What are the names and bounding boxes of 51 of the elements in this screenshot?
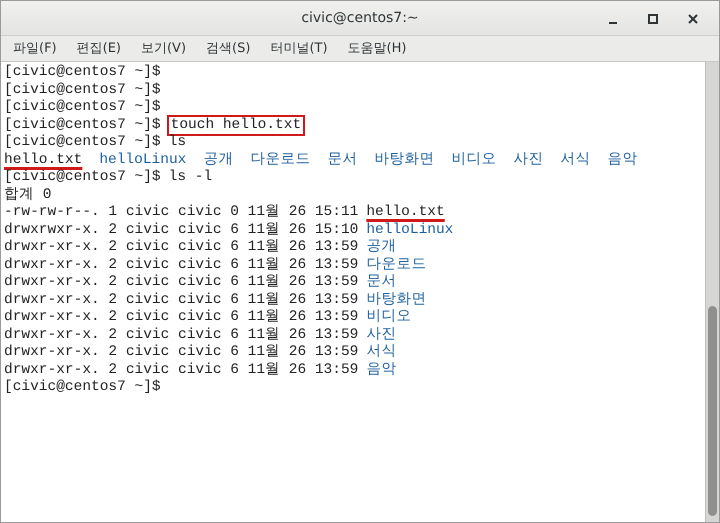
menu-item[interactable]: 보기(V) — [132, 36, 194, 60]
directory-name: 서식 — [560, 152, 590, 169]
shell-prompt: [civic@centos7 ~]$ — [4, 169, 161, 186]
directory-name: 비디오 — [451, 152, 496, 169]
directory-name: 공개 — [203, 152, 234, 169]
file-details: drwxr-xr-x. 2 civic civic 6 11월 26 13:59 — [4, 274, 358, 292]
directory-name: 음악 — [366, 362, 396, 379]
file-details: -rw-rw-r--. 1 civic civic 0 11월 26 15:11 — [4, 204, 358, 222]
shell-prompt: [civic@centos7 ~]$ — [4, 82, 161, 99]
directory-name: 음악 — [607, 152, 638, 169]
window-title: civic@centos7:~ — [301, 8, 419, 28]
menu-item[interactable]: 파일(F) — [5, 36, 65, 60]
file-details: drwxr-xr-x. 2 civic civic 6 11월 26 13:59 — [4, 239, 358, 256]
file-details: drwxr-xr-x. 2 civic civic 6 11월 26 13:59 — [4, 309, 358, 326]
output-text: 합계 0 — [4, 186, 52, 204]
directory-name: 다운로드 — [250, 152, 310, 169]
scrollbar[interactable] — [705, 62, 719, 522]
directory-name: 공개 — [366, 239, 396, 256]
shell-prompt: [civic@centos7 ~]$ — [4, 379, 161, 396]
directory-name: 비디오 — [366, 309, 412, 326]
directory-name: 서식 — [366, 344, 396, 362]
directory-name: 바탕화면 — [374, 152, 434, 169]
file-details: drwxrwxr-x. 2 civic civic 6 11월 26 15:10 — [4, 222, 358, 239]
directory-name: helloLinux — [99, 152, 186, 169]
scrollbar-thumb[interactable] — [708, 306, 717, 516]
command-text: touch hello.txt — [168, 116, 304, 134]
directory-name: 사진 — [366, 326, 396, 344]
file-details: drwxr-xr-x. 2 civic civic 6 11월 26 13:59 — [4, 362, 358, 379]
directory-name: 바탕화면 — [366, 292, 426, 309]
file-name: hello.txt — [366, 204, 445, 222]
shell-prompt: [civic@centos7 ~]$ — [4, 64, 161, 82]
file-details: drwxr-xr-x. 2 civic civic 6 11월 26 13:59 — [4, 344, 358, 362]
directory-name: 문서 — [366, 274, 396, 292]
file-name: hello.txt — [4, 152, 82, 169]
shell-prompt: [civic@centos7 ~]$ — [4, 99, 161, 116]
directory-name: 사진 — [513, 152, 544, 169]
command-text: ls -l — [168, 169, 212, 186]
directory-name: helloLinux — [366, 222, 454, 239]
directory-name: 문서 — [327, 152, 358, 169]
command-text: ls — [168, 134, 186, 152]
maximize-icon[interactable] — [645, 11, 661, 27]
menu-item[interactable]: 편집(E) — [68, 36, 129, 60]
file-details: drwxr-xr-x. 2 civic civic 6 11월 26 13:59 — [4, 292, 358, 309]
file-details: drwxr-xr-x. 2 civic civic 6 11월 26 13:59 — [4, 256, 358, 274]
menu-item[interactable]: 터미널(T) — [262, 36, 336, 60]
directory-name: 다운로드 — [366, 256, 426, 274]
shell-prompt: [civic@centos7 ~]$ — [4, 134, 161, 152]
file-details: drwxr-xr-x. 2 civic civic 6 11월 26 13:59 — [4, 326, 358, 344]
menu-item[interactable]: 검색(S) — [198, 36, 258, 60]
menu-item[interactable]: 도움말(H) — [340, 36, 414, 60]
shell-prompt: [civic@centos7 ~]$ — [4, 116, 161, 134]
